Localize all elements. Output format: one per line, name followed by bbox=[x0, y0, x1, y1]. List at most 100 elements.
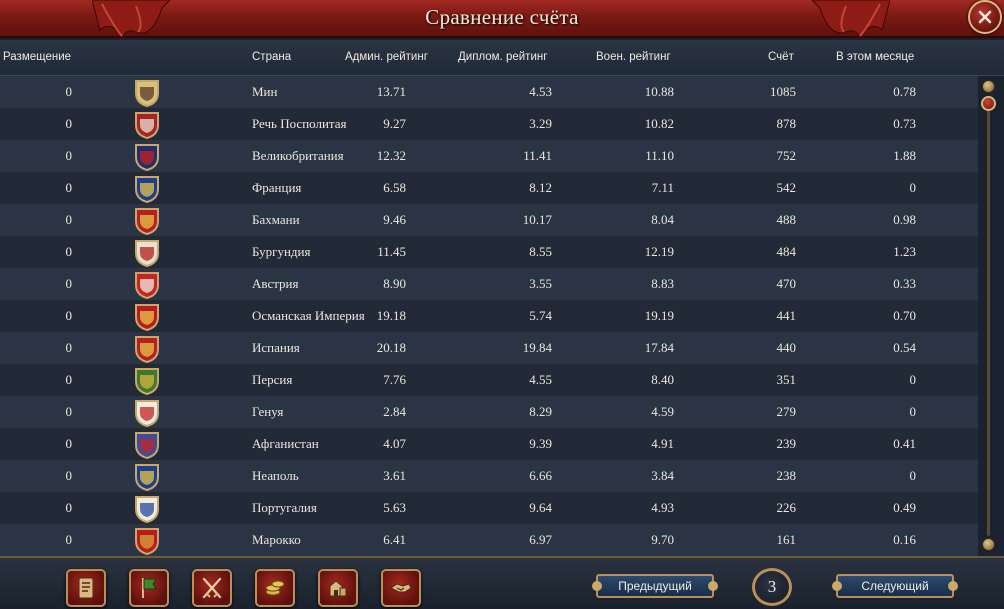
score-table: 0 Мин 13.71 4.53 10.88 1085 0.78 0 Речь Посполит… bbox=[0, 76, 978, 556]
table-row[interactable]: 0 Австрия 8.90 3.55 8.83 470 0.33 bbox=[0, 268, 978, 300]
table-row[interactable]: 0 Генуя 2.84 8.29 4.59 279 0 bbox=[0, 396, 978, 428]
diplo-rating-cell: 4.53 bbox=[529, 84, 552, 99]
admin-rating-cell: 8.90 bbox=[383, 276, 406, 291]
close-button[interactable] bbox=[968, 0, 1002, 34]
country-name[interactable]: Марокко bbox=[252, 532, 301, 548]
spain-flag-icon[interactable] bbox=[134, 335, 160, 364]
header-country[interactable]: Страна bbox=[252, 51, 291, 63]
placement-cell: 0 bbox=[65, 436, 73, 451]
score-cell: 279 bbox=[776, 404, 797, 419]
table-row[interactable]: 0 Мин 13.71 4.53 10.88 1085 0.78 bbox=[0, 76, 978, 108]
header-this-month[interactable]: В этом месяце bbox=[836, 51, 914, 63]
score-cell: 161 bbox=[776, 532, 797, 547]
this-month-cell: 0.41 bbox=[893, 436, 916, 451]
country-name[interactable]: Австрия bbox=[252, 276, 299, 292]
table-row[interactable]: 0 Испания 20.18 19.84 17.84 440 0.54 bbox=[0, 332, 978, 364]
diplo-rating-cell: 9.64 bbox=[529, 500, 552, 515]
table-row[interactable]: 0 Бахмани 9.46 10.17 8.04 488 0.98 bbox=[0, 204, 978, 236]
this-month-cell: 0.49 bbox=[893, 500, 916, 515]
country-name[interactable]: Португалия bbox=[252, 500, 317, 516]
this-month-cell: 0 bbox=[909, 372, 917, 387]
table-row[interactable]: 0 Персия 7.76 4.55 8.40 351 0 bbox=[0, 364, 978, 396]
france-flag-icon[interactable] bbox=[134, 175, 160, 204]
diplo-rating-cell: 8.29 bbox=[529, 404, 552, 419]
header-mil-rating[interactable]: Воен. рейтинг bbox=[596, 51, 671, 63]
scrollbar[interactable] bbox=[980, 78, 998, 554]
previous-button[interactable]: Предыдущий bbox=[592, 574, 718, 598]
country-name[interactable]: Франция bbox=[252, 180, 301, 196]
table-row[interactable]: 0 Османская Империя 19.18 5.74 19.19 441 0.70 bbox=[0, 300, 978, 332]
buildings-button[interactable] bbox=[318, 569, 358, 607]
placement-cell: 0 bbox=[65, 180, 73, 195]
burgundy-flag-icon[interactable] bbox=[134, 239, 160, 268]
diplomacy-button[interactable] bbox=[381, 569, 421, 607]
admin-rating-cell: 13.71 bbox=[376, 84, 406, 99]
header-placement[interactable]: Размещение bbox=[3, 51, 71, 63]
economy-button[interactable] bbox=[255, 569, 295, 607]
table-row[interactable]: 0 Франция 6.58 8.12 7.11 542 0 bbox=[0, 172, 978, 204]
portugal-flag-icon[interactable] bbox=[134, 495, 160, 524]
page-number: 3 bbox=[752, 568, 792, 606]
scroll-track[interactable] bbox=[987, 96, 990, 536]
mil-rating-cell: 4.91 bbox=[651, 436, 674, 451]
scroll-up-cap[interactable] bbox=[982, 80, 995, 93]
next-button[interactable]: Следующий bbox=[832, 574, 958, 598]
buildings-icon bbox=[329, 580, 347, 597]
scroll-thumb[interactable] bbox=[981, 96, 996, 111]
persia-flag-icon[interactable] bbox=[134, 367, 160, 396]
country-name[interactable]: Персия bbox=[252, 372, 292, 388]
bahmani-flag-icon[interactable] bbox=[134, 207, 160, 236]
placement-cell: 0 bbox=[65, 276, 73, 291]
country-name[interactable]: Афганистан bbox=[252, 436, 319, 452]
poland-lithuania-flag-icon[interactable] bbox=[134, 111, 160, 140]
score-cell: 226 bbox=[776, 500, 797, 515]
close-icon bbox=[978, 10, 992, 24]
score-cell: 878 bbox=[776, 116, 797, 131]
country-name[interactable]: Генуя bbox=[252, 404, 283, 420]
mil-rating-cell: 4.59 bbox=[651, 404, 674, 419]
admin-rating-cell: 9.27 bbox=[383, 116, 406, 131]
placement-cell: 0 bbox=[65, 212, 73, 227]
table-row[interactable]: 0 Португалия 5.63 9.64 4.93 226 0.49 bbox=[0, 492, 978, 524]
diplo-rating-cell: 6.66 bbox=[529, 468, 552, 483]
country-name[interactable]: Испания bbox=[252, 340, 300, 356]
great-britain-flag-icon[interactable] bbox=[134, 143, 160, 172]
scroll-down-cap[interactable] bbox=[982, 538, 995, 551]
morocco-flag-icon[interactable] bbox=[134, 527, 160, 556]
admin-rating-cell: 12.32 bbox=[376, 148, 406, 163]
placement-cell: 0 bbox=[65, 308, 73, 323]
this-month-cell: 0.70 bbox=[893, 308, 916, 323]
military-button[interactable] bbox=[192, 569, 232, 607]
this-month-cell: 0.54 bbox=[893, 340, 916, 355]
country-name[interactable]: Бахмани bbox=[252, 212, 300, 228]
table-row[interactable]: 0 Марокко 6.41 6.97 9.70 161 0.16 bbox=[0, 524, 978, 556]
afghanistan-flag-icon[interactable] bbox=[134, 431, 160, 460]
admin-rating-cell: 9.46 bbox=[383, 212, 406, 227]
table-row[interactable]: 0 Неаполь 3.61 6.66 3.84 238 0 bbox=[0, 460, 978, 492]
ottoman-flag-icon[interactable] bbox=[134, 303, 160, 332]
header-admin-rating[interactable]: Админ. рейтинг bbox=[345, 51, 428, 63]
diplo-rating-cell: 5.74 bbox=[529, 308, 552, 323]
country-name[interactable]: Бургундия bbox=[252, 244, 310, 260]
table-row[interactable]: 0 Речь Посполитая 9.27 3.29 10.82 878 0.73 bbox=[0, 108, 978, 140]
column-header-row: Размещение Страна Админ. рейтинг Диплом.… bbox=[0, 40, 1004, 76]
flag-banner-button[interactable] bbox=[129, 569, 169, 607]
table-row[interactable]: 0 Бургундия 11.45 8.55 12.19 484 1.23 bbox=[0, 236, 978, 268]
austria-flag-icon[interactable] bbox=[134, 271, 160, 300]
ming-flag-icon[interactable] bbox=[134, 79, 160, 108]
naples-flag-icon[interactable] bbox=[134, 463, 160, 492]
diplo-rating-cell: 6.97 bbox=[529, 532, 552, 547]
mil-rating-cell: 7.11 bbox=[651, 180, 674, 195]
placement-cell: 0 bbox=[65, 372, 73, 387]
ledger-button[interactable] bbox=[66, 569, 106, 607]
admin-rating-cell: 4.07 bbox=[383, 436, 406, 451]
score-cell: 1085 bbox=[770, 84, 796, 99]
country-name[interactable]: Мин bbox=[252, 84, 277, 100]
table-row[interactable]: 0 Афганистан 4.07 9.39 4.91 239 0.41 bbox=[0, 428, 978, 460]
table-row[interactable]: 0 Великобритания 12.32 11.41 11.10 752 1.88 bbox=[0, 140, 978, 172]
header-diplo-rating[interactable]: Диплом. рейтинг bbox=[458, 51, 547, 63]
header-score[interactable]: Счёт bbox=[768, 51, 794, 63]
genoa-flag-icon[interactable] bbox=[134, 399, 160, 428]
diplo-rating-cell: 3.55 bbox=[529, 276, 552, 291]
country-name[interactable]: Неаполь bbox=[252, 468, 299, 484]
